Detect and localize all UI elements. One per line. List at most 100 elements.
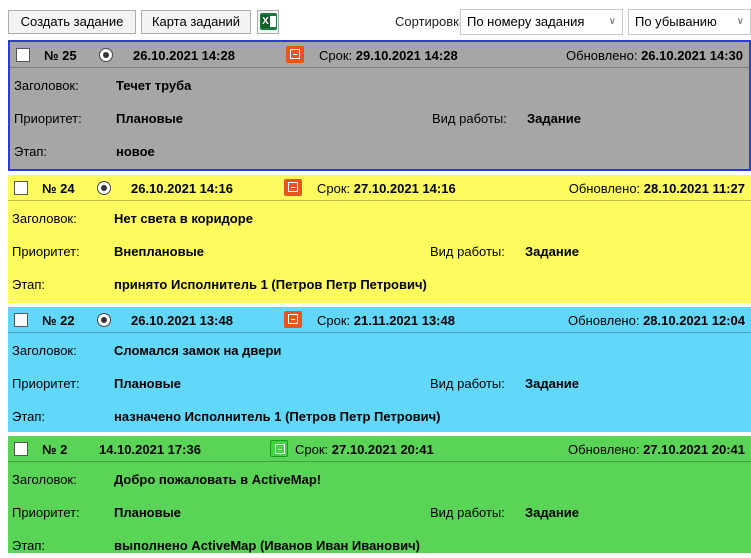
task-work-type: Задание	[525, 376, 579, 391]
task-checkbox[interactable]	[14, 313, 28, 327]
sort-field-select[interactable]: По номеру задания ∨	[460, 9, 623, 35]
task-card[interactable]: № 25 26.10.2021 14:28 Срок: 29.10.2021 14:…	[8, 40, 751, 171]
work-type-label: Вид работы:	[430, 244, 505, 259]
task-card[interactable]: № 2 14.10.2021 17:36 Срок: 27.10.2021 20:4…	[8, 436, 751, 553]
task-priority: Плановые	[114, 376, 181, 391]
deadline-value: 27.10.2021 20:41	[331, 442, 434, 457]
task-radio[interactable]	[97, 313, 111, 327]
task-orange-icon[interactable]	[284, 311, 302, 328]
task-number: № 24	[42, 181, 75, 196]
task-work-type: Задание	[525, 505, 579, 520]
task-deadline: Срок: 29.10.2021 14:28	[319, 48, 458, 63]
deadline-label: Срок:	[295, 442, 332, 457]
task-deadline: Срок: 27.10.2021 14:16	[317, 181, 456, 196]
task-title-row: Заголовок: Нет света в коридоре	[8, 205, 751, 231]
task-checkbox[interactable]	[14, 442, 28, 456]
task-title-row: Заголовок: Течет труба	[10, 72, 749, 98]
task-stage: назначено Исполнитель 1 (Петров Петр Пет…	[114, 409, 441, 424]
task-card-header: № 22 26.10.2021 13:48 Срок: 21.11.2021 13:…	[8, 307, 751, 333]
deadline-value: 21.11.2021 13:48	[353, 313, 455, 328]
title-label: Заголовок:	[14, 78, 79, 93]
task-card-header: № 2 14.10.2021 17:36 Срок: 27.10.2021 20:4…	[8, 436, 751, 462]
excel-export-button[interactable]: X	[257, 10, 279, 34]
task-priority: Плановые	[116, 111, 183, 126]
chevron-down-icon: ∨	[608, 16, 616, 27]
title-label: Заголовок:	[12, 472, 77, 487]
task-updated: Обновлено: 28.10.2021 11:27	[569, 181, 745, 196]
task-stage: выполнено ActiveMap (Иванов Иван Иванови…	[114, 538, 420, 553]
stage-label: Этап:	[12, 277, 46, 292]
updated-label: Обновлено:	[568, 442, 644, 457]
task-card[interactable]: № 22 26.10.2021 13:48 Срок: 21.11.2021 13:…	[8, 307, 751, 432]
task-title-row: Заголовок: Добро пожаловать в ActiveMap!	[8, 466, 751, 492]
stage-label: Этап:	[12, 409, 46, 424]
task-deadline: Срок: 21.11.2021 13:48	[317, 313, 455, 328]
task-priority-row: Приоритет: Плановые Вид работы: Задание	[8, 370, 751, 396]
task-priority: Внеплановые	[114, 244, 204, 259]
task-created-date: 14.10.2021 17:36	[99, 442, 201, 457]
task-green-icon[interactable]	[270, 440, 288, 457]
updated-label: Обновлено:	[568, 313, 644, 328]
task-priority-row: Приоритет: Плановые Вид работы: Задание	[8, 499, 751, 525]
work-type-label: Вид работы:	[430, 505, 505, 520]
task-orange-icon[interactable]	[284, 179, 302, 196]
updated-label: Обновлено:	[568, 181, 644, 196]
priority-label: Приоритет:	[12, 244, 80, 259]
work-type-label: Вид работы:	[432, 111, 507, 126]
task-title: Добро пожаловать в ActiveMap!	[114, 472, 322, 487]
task-card-header: № 24 26.10.2021 14:16 Срок: 27.10.2021 14:…	[8, 175, 751, 201]
task-updated: Обновлено: 28.10.2021 12:04	[568, 313, 745, 328]
task-checkbox[interactable]	[16, 48, 30, 62]
task-checkbox[interactable]	[14, 181, 28, 195]
excel-export-icon: X	[260, 13, 277, 30]
task-orange-icon[interactable]	[286, 46, 304, 63]
updated-value: 28.10.2021 12:04	[643, 313, 745, 328]
toolbar: Создать задание Карта заданий X Сортиров…	[0, 0, 751, 36]
task-stage: новое	[116, 144, 155, 159]
task-stage-row: Этап: новое	[10, 138, 749, 164]
task-title: Нет света в коридоре	[114, 211, 253, 226]
deadline-value: 29.10.2021 14:28	[355, 48, 458, 63]
updated-value: 28.10.2021 11:27	[643, 181, 745, 196]
task-priority: Плановые	[114, 505, 181, 520]
updated-value: 27.10.2021 20:41	[643, 442, 745, 457]
updated-label: Обновлено:	[566, 48, 642, 63]
task-priority-row: Приоритет: Внеплановые Вид работы: Задание	[8, 238, 751, 264]
task-title-row: Заголовок: Сломался замок на двери	[8, 337, 751, 363]
deadline-label: Срок:	[317, 313, 354, 328]
sort-field-value: По номеру задания	[467, 14, 585, 29]
task-stage: принято Исполнитель 1 (Петров Петр Петро…	[114, 277, 427, 292]
sort-label: Сортировка	[395, 14, 467, 29]
priority-label: Приоритет:	[12, 376, 80, 391]
task-stage-row: Этап: принято Исполнитель 1 (Петров Петр …	[8, 271, 751, 297]
task-map-button[interactable]: Карта заданий	[141, 10, 251, 34]
task-priority-row: Приоритет: Плановые Вид работы: Задание	[10, 105, 749, 131]
task-created-date: 26.10.2021 13:48	[131, 313, 233, 328]
task-radio[interactable]	[97, 181, 111, 195]
title-label: Заголовок:	[12, 343, 77, 358]
stage-label: Этап:	[14, 144, 48, 159]
task-updated: Обновлено: 26.10.2021 14:30	[566, 48, 743, 63]
task-created-date: 26.10.2021 14:16	[131, 181, 233, 196]
task-card[interactable]: № 24 26.10.2021 14:16 Срок: 27.10.2021 14:…	[8, 175, 751, 303]
task-radio[interactable]	[99, 48, 113, 62]
updated-value: 26.10.2021 14:30	[641, 48, 743, 63]
deadline-label: Срок:	[319, 48, 356, 63]
task-work-type: Задание	[527, 111, 581, 126]
stage-label: Этап:	[12, 538, 46, 553]
task-deadline: Срок: 27.10.2021 20:41	[295, 442, 434, 457]
create-task-button[interactable]: Создать задание	[8, 10, 136, 34]
deadline-label: Срок:	[317, 181, 354, 196]
task-card-header: № 25 26.10.2021 14:28 Срок: 29.10.2021 14:…	[10, 42, 749, 68]
chevron-down-icon: ∨	[736, 16, 744, 27]
title-label: Заголовок:	[12, 211, 77, 226]
task-number: № 25	[44, 48, 77, 63]
task-title: Сломался замок на двери	[114, 343, 282, 358]
task-number: № 22	[42, 313, 75, 328]
task-created-date: 26.10.2021 14:28	[133, 48, 235, 63]
sort-order-select[interactable]: По убыванию ∨	[628, 9, 751, 35]
work-type-label: Вид работы:	[430, 376, 505, 391]
task-updated: Обновлено: 27.10.2021 20:41	[568, 442, 745, 457]
task-number: № 2	[42, 442, 68, 457]
priority-label: Приоритет:	[12, 505, 80, 520]
